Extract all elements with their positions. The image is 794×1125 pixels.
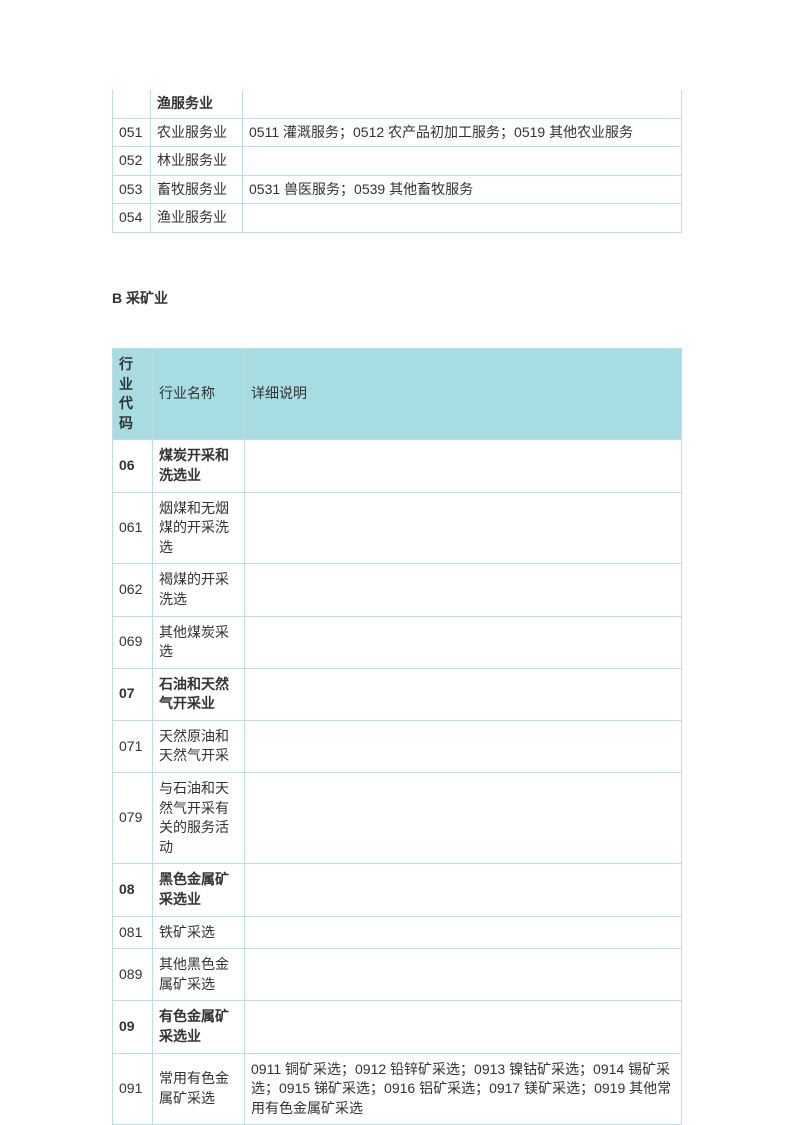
cell-code: 061 bbox=[113, 492, 153, 564]
cell-name: 天然原油和天然气开采 bbox=[153, 720, 245, 772]
cell-code: 091 bbox=[113, 1053, 153, 1125]
table-row: 062褐煤的开采洗选 bbox=[113, 564, 682, 616]
cell-name: 其他煤炭采选 bbox=[153, 616, 245, 668]
cell-code: 062 bbox=[113, 564, 153, 616]
cell-desc bbox=[243, 147, 682, 176]
cell-code: 09 bbox=[113, 1001, 153, 1053]
cell-desc bbox=[245, 616, 682, 668]
cell-desc bbox=[245, 440, 682, 492]
col-header-desc: 详细说明 bbox=[245, 348, 682, 439]
cell-name: 林业服务业 bbox=[151, 147, 243, 176]
table-row: 09有色金属矿采选业 bbox=[113, 1001, 682, 1053]
table-row: 071天然原油和天然气开采 bbox=[113, 720, 682, 772]
cell-desc bbox=[245, 773, 682, 864]
cell-desc bbox=[245, 1001, 682, 1053]
cell-code: 069 bbox=[113, 616, 153, 668]
cell-desc bbox=[245, 949, 682, 1001]
table-row: 054渔业服务业 bbox=[113, 204, 682, 233]
cell-code: 054 bbox=[113, 204, 151, 233]
cell-code: 081 bbox=[113, 916, 153, 949]
cell-name: 农业服务业 bbox=[151, 118, 243, 147]
cell-desc bbox=[245, 864, 682, 916]
cell-name: 与石油和天然气开采有关的服务活动 bbox=[153, 773, 245, 864]
cell-desc bbox=[245, 916, 682, 949]
table-row: 079与石油和天然气开采有关的服务活动 bbox=[113, 773, 682, 864]
cell-name: 常用有色金属矿采选 bbox=[153, 1053, 245, 1125]
cell-name: 褐煤的开采洗选 bbox=[153, 564, 245, 616]
table-row: 06煤炭开采和洗选业 bbox=[113, 440, 682, 492]
cell-code: 07 bbox=[113, 668, 153, 720]
table-upper: 渔服务业051农业服务业0511 灌溉服务；0512 农产品初加工服务；0519… bbox=[112, 90, 682, 233]
cell-code: 079 bbox=[113, 773, 153, 864]
cell-desc bbox=[245, 668, 682, 720]
table-row: 061烟煤和无烟煤的开采洗选 bbox=[113, 492, 682, 564]
table-row: 081铁矿采选 bbox=[113, 916, 682, 949]
cell-name: 烟煤和无烟煤的开采洗选 bbox=[153, 492, 245, 564]
col-header-name: 行业名称 bbox=[153, 348, 245, 439]
section-heading-b: B 采矿业 bbox=[112, 288, 682, 308]
cell-code: 052 bbox=[113, 147, 151, 176]
cell-desc: 0511 灌溉服务；0512 农产品初加工服务；0519 其他农业服务 bbox=[243, 118, 682, 147]
cell-desc: 0911 铜矿采选；0912 铅锌矿采选；0913 镍钴矿采选；0914 锡矿采… bbox=[245, 1053, 682, 1125]
cell-code: 06 bbox=[113, 440, 153, 492]
col-header-code: 行业代码 bbox=[113, 348, 153, 439]
table-row: 069其他煤炭采选 bbox=[113, 616, 682, 668]
page: 渔服务业051农业服务业0511 灌溉服务；0512 农产品初加工服务；0519… bbox=[0, 0, 794, 1125]
cell-code bbox=[113, 90, 151, 118]
cell-name: 黑色金属矿采选业 bbox=[153, 864, 245, 916]
cell-desc bbox=[245, 720, 682, 772]
cell-code: 053 bbox=[113, 175, 151, 204]
cell-name: 铁矿采选 bbox=[153, 916, 245, 949]
table-header-row: 行业代码 行业名称 详细说明 bbox=[113, 348, 682, 439]
cell-code: 08 bbox=[113, 864, 153, 916]
table-row: 08黑色金属矿采选业 bbox=[113, 864, 682, 916]
cell-desc bbox=[243, 90, 682, 118]
table-row: 089其他黑色金属矿采选 bbox=[113, 949, 682, 1001]
cell-code: 051 bbox=[113, 118, 151, 147]
cell-name: 渔业服务业 bbox=[151, 204, 243, 233]
cell-name: 有色金属矿采选业 bbox=[153, 1001, 245, 1053]
table-row: 091常用有色金属矿采选0911 铜矿采选；0912 铅锌矿采选；0913 镍钴… bbox=[113, 1053, 682, 1125]
cell-name: 石油和天然气开采业 bbox=[153, 668, 245, 720]
cell-name: 畜牧服务业 bbox=[151, 175, 243, 204]
cell-desc bbox=[243, 204, 682, 233]
cell-name: 其他黑色金属矿采选 bbox=[153, 949, 245, 1001]
table-row: 渔服务业 bbox=[113, 90, 682, 118]
cell-code: 071 bbox=[113, 720, 153, 772]
cell-desc bbox=[245, 564, 682, 616]
table-mining: 行业代码 行业名称 详细说明 06煤炭开采和洗选业061烟煤和无烟煤的开采洗选0… bbox=[112, 348, 682, 1125]
cell-name: 渔服务业 bbox=[151, 90, 243, 118]
table-row: 052林业服务业 bbox=[113, 147, 682, 176]
cell-desc bbox=[245, 492, 682, 564]
table-row: 051农业服务业0511 灌溉服务；0512 农产品初加工服务；0519 其他农… bbox=[113, 118, 682, 147]
table-row: 053畜牧服务业0531 兽医服务；0539 其他畜牧服务 bbox=[113, 175, 682, 204]
table-row: 07石油和天然气开采业 bbox=[113, 668, 682, 720]
cell-desc: 0531 兽医服务；0539 其他畜牧服务 bbox=[243, 175, 682, 204]
cell-name: 煤炭开采和洗选业 bbox=[153, 440, 245, 492]
cell-code: 089 bbox=[113, 949, 153, 1001]
